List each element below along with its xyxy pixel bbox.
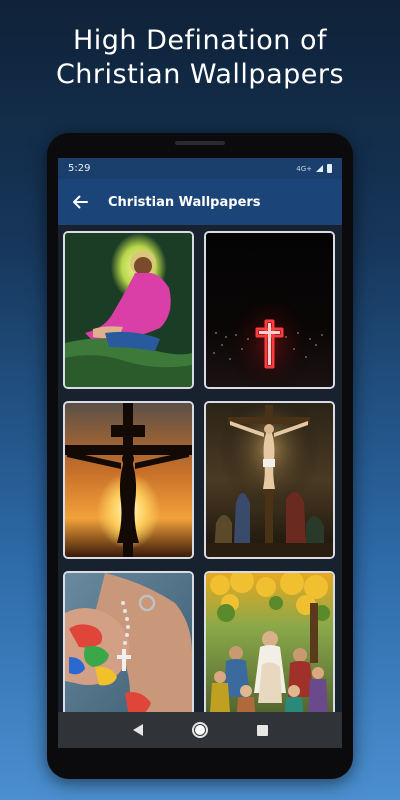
promo-title-line2: Christian Wallpapers xyxy=(55,59,345,90)
wallpaper-grid xyxy=(58,225,342,735)
wallpaper-tile-rosary-hands[interactable] xyxy=(63,571,194,729)
wallpaper-tile-neon-cross[interactable] xyxy=(204,231,335,389)
status-time: 5:29 xyxy=(68,163,91,174)
signal-icon xyxy=(316,165,323,172)
app-bar: Christian Wallpapers xyxy=(58,179,342,225)
network-type: 4G+ xyxy=(296,164,312,173)
back-arrow-icon[interactable] xyxy=(58,179,102,225)
phone-speaker xyxy=(175,141,225,145)
promo-title-line1: High Defination of xyxy=(72,25,328,56)
battery-icon xyxy=(327,164,332,173)
status-bar: 5:29 4G+ xyxy=(58,158,342,179)
wallpaper-tile-crucifixion-painting[interactable] xyxy=(204,401,335,559)
wallpaper-tile-jesus-praying[interactable] xyxy=(63,231,194,389)
phone-screen: 5:29 4G+ Christian Wallpapers xyxy=(58,158,342,748)
nav-home-dot xyxy=(194,725,205,735)
status-icons: 4G+ xyxy=(296,164,332,173)
nav-recents-icon[interactable] xyxy=(256,724,268,736)
wallpaper-tile-sunset-crucifix[interactable] xyxy=(63,401,194,559)
nav-back-icon[interactable] xyxy=(132,724,143,736)
wallpaper-tile-jesus-children[interactable] xyxy=(204,571,335,729)
app-bar-title: Christian Wallpapers xyxy=(108,194,261,210)
promo-title: High Defination of Christian Wallpapers xyxy=(0,24,400,92)
system-nav-bar xyxy=(58,712,342,748)
phone-frame: 5:29 4G+ Christian Wallpapers xyxy=(47,133,353,779)
nav-home-icon[interactable] xyxy=(191,722,208,738)
